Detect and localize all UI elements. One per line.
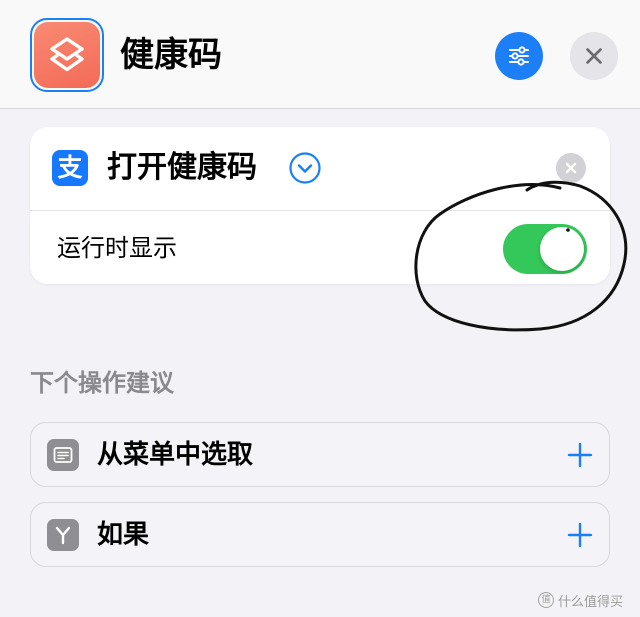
header: 健康码 [0, 0, 640, 109]
suggestion-label: 从菜单中选取 [97, 439, 254, 470]
show-when-run-label: 运行时显示 [57, 234, 177, 262]
watermark-logo: 值 [538, 592, 554, 608]
alipay-icon: 支 [52, 150, 88, 186]
remove-action-button[interactable] [556, 153, 586, 183]
app-icon-button[interactable] [30, 18, 104, 92]
clear-icon [565, 162, 577, 174]
action-label: 打开健康码 [107, 150, 257, 185]
sliders-icon [509, 46, 529, 66]
if-branch-icon [47, 518, 79, 551]
action-card: 支 打开健康码 运行时显示 [30, 127, 610, 284]
chevron-down-circle-icon [289, 152, 321, 184]
suggestion-label: 如果 [97, 519, 150, 550]
expand-action-button[interactable] [289, 152, 321, 184]
plus-icon[interactable] [567, 522, 593, 548]
shortcuts-icon [34, 22, 100, 88]
show-when-run-toggle[interactable] [503, 224, 587, 274]
suggestion-row[interactable]: 如果 [30, 502, 610, 567]
menu-icon [47, 438, 79, 471]
plus-icon[interactable] [567, 442, 593, 468]
shortcut-title: 健康码 [120, 35, 222, 75]
close-button[interactable] [570, 32, 618, 80]
details-button[interactable] [495, 32, 543, 80]
suggestion-row[interactable]: 从菜单中选取 [30, 422, 610, 487]
suggestions-heading: 下个操作建议 [30, 369, 174, 397]
watermark-text: 什么值得买 [558, 594, 624, 610]
toggle-knob[interactable] [540, 227, 584, 271]
action-row[interactable]: 支 打开健康码 [30, 127, 610, 211]
close-icon [586, 48, 602, 64]
watermark: 值 什么值得买 [538, 590, 623, 610]
